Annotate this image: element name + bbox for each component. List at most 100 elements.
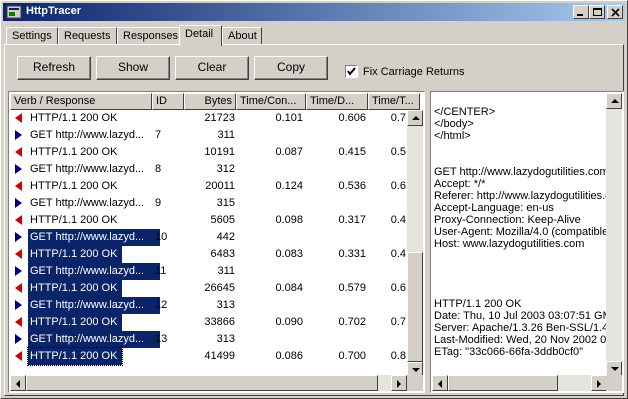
id-cell: 7 — [155, 129, 162, 141]
tab-responses[interactable]: Responses — [117, 27, 181, 45]
verb-cell: HTTP/1.1 200 OK — [30, 112, 118, 124]
tab-about[interactable]: About — [222, 27, 262, 45]
id-cell — [155, 280, 183, 297]
scroll-left-button[interactable] — [10, 375, 26, 391]
bytes-cell: 26645 — [204, 282, 235, 294]
detail-scroll-left-button[interactable] — [432, 375, 448, 391]
bytes-cell: 311 — [217, 265, 235, 277]
detail-scroll-thumb[interactable] — [448, 375, 558, 391]
detail-line — [434, 142, 609, 154]
refresh-button[interactable]: Refresh — [17, 56, 91, 80]
id-cell: 10 — [155, 231, 168, 243]
table-row[interactable]: HTTP/1.1 200 OK 5605 0.098 0.317 0.4 — [10, 212, 408, 229]
id-cell — [155, 110, 183, 127]
minimize-button[interactable] — [573, 5, 589, 19]
time-total-cell — [369, 331, 406, 348]
column-time-data[interactable]: Time/D... — [306, 93, 368, 110]
table-row[interactable]: HTTP/1.1 200 OK 26645 0.084 0.579 0.6 — [10, 280, 408, 297]
verb-cell: GET http://www.lazyd... — [30, 197, 145, 209]
table-row[interactable]: GET http://www.lazyd... 12 313 — [10, 297, 408, 314]
detail-text-pane[interactable]: </CENTER> </body> </html> GET http://www.la… — [430, 91, 624, 393]
time-total-cell: 0.7 — [390, 112, 406, 124]
column-time-total[interactable]: Time/T... — [368, 93, 420, 110]
verb-cell: GET http://www.lazyd... — [28, 263, 160, 280]
id-cell: 8 — [155, 163, 162, 175]
time-data-cell: 0.700 — [338, 350, 366, 362]
table-row[interactable]: GET http://www.lazyd... 10 442 — [10, 229, 408, 246]
time-connect-cell: 0.086 — [275, 350, 303, 362]
fix-carriage-returns-label[interactable]: Fix Carriage Returns — [363, 66, 464, 78]
close-button[interactable] — [607, 5, 623, 19]
detail-vertical-scrollbar[interactable] — [606, 93, 622, 377]
bytes-cell: 10191 — [204, 146, 235, 158]
detail-line: User-Agent: Mozilla/4.0 (compatible; — [434, 226, 609, 238]
tab-requests[interactable]: Requests — [58, 27, 117, 45]
table-row[interactable]: HTTP/1.1 200 OK 21723 0.101 0.606 0.7 — [10, 110, 408, 127]
time-data-cell — [307, 297, 366, 314]
id-cell — [155, 348, 183, 365]
time-total-cell: 0.6 — [390, 282, 406, 294]
detail-line — [434, 274, 609, 286]
verb-cell: HTTP/1.1 200 OK — [30, 180, 118, 192]
tab-settings[interactable]: Settings — [6, 27, 58, 45]
list-vertical-scrollbar[interactable] — [407, 110, 423, 378]
table-row[interactable]: HTTP/1.1 200 OK 20011 0.124 0.536 0.6 — [10, 178, 408, 195]
list-horizontal-scrollbar[interactable] — [10, 375, 407, 391]
detail-horizontal-scrollbar[interactable] — [432, 375, 607, 391]
time-total-cell — [369, 127, 406, 144]
bytes-cell: 311 — [217, 129, 235, 141]
id-cell — [155, 212, 183, 229]
request-arrow-icon — [15, 300, 22, 310]
fix-carriage-returns-checkbox[interactable] — [345, 65, 358, 78]
time-connect-cell — [237, 331, 303, 348]
detail-text[interactable]: </CENTER> </body> </html> GET http://www.la… — [434, 106, 609, 374]
table-row[interactable]: HTTP/1.1 200 OK 6483 0.083 0.331 0.4 — [10, 246, 408, 263]
table-row[interactable]: HTTP/1.1 200 OK 41499 0.086 0.700 0.8 — [10, 347, 408, 366]
table-row[interactable]: GET http://www.lazyd... 8 312 — [10, 161, 408, 178]
detail-line: Referer: http://www.lazydogutilities.c — [434, 190, 609, 202]
table-row[interactable]: GET http://www.lazyd... 11 311 — [10, 263, 408, 280]
title-bar[interactable]: HttpTracer — [3, 3, 625, 21]
verb-cell: GET http://www.lazyd... — [30, 163, 145, 175]
maximize-button[interactable] — [589, 5, 605, 19]
detail-line: Accept: */* — [434, 178, 486, 190]
detail-scroll-right-button[interactable] — [591, 375, 607, 391]
detail-scroll-up-button[interactable] — [606, 93, 622, 109]
time-total-cell: 0.4 — [390, 248, 406, 260]
id-cell: 12 — [155, 299, 168, 311]
column-bytes[interactable]: Bytes — [184, 93, 236, 110]
bytes-cell: 312 — [216, 163, 235, 175]
request-arrow-icon — [15, 266, 22, 276]
table-row[interactable]: HTTP/1.1 200 OK 10191 0.087 0.415 0.5 — [10, 144, 408, 161]
arrow-right-icon — [597, 380, 601, 388]
scroll-right-button[interactable] — [391, 375, 407, 391]
table-row[interactable]: GET http://www.lazyd... 9 315 — [10, 195, 408, 212]
tab-detail[interactable]: Detail — [179, 25, 222, 46]
traffic-list[interactable]: Verb / Response ID Bytes Time/Con... Tim… — [8, 91, 425, 393]
verb-cell: HTTP/1.1 200 OK — [28, 280, 122, 297]
table-row[interactable]: HTTP/1.1 200 OK 33866 0.090 0.702 0.7 — [10, 314, 408, 331]
table-row[interactable]: GET http://www.lazyd... 13 313 — [10, 331, 408, 348]
column-verb-response[interactable]: Verb / Response — [10, 93, 152, 110]
table-row[interactable]: GET http://www.lazyd... 7 311 — [10, 127, 408, 144]
column-time-connect[interactable]: Time/Con... — [236, 93, 306, 110]
maximize-icon — [593, 8, 602, 16]
clear-button[interactable]: Clear — [175, 56, 249, 80]
scroll-thumb[interactable] — [407, 252, 423, 362]
scroll-up-button[interactable] — [407, 110, 423, 126]
scroll-thumb-horizontal[interactable] — [26, 375, 378, 391]
verb-cell: GET http://www.lazyd... — [28, 229, 160, 246]
show-button[interactable]: Show — [96, 56, 170, 80]
id-cell: 11 — [155, 265, 167, 277]
time-connect-cell: 0.083 — [275, 248, 303, 260]
scrollbar-corner — [407, 375, 423, 391]
column-id[interactable]: ID — [152, 93, 184, 110]
list-header: Verb / Response ID Bytes Time/Con... Tim… — [10, 93, 420, 110]
request-arrow-icon — [15, 130, 22, 140]
response-arrow-icon — [15, 283, 22, 293]
detail-line: Host: www.lazydogutilities.com — [434, 238, 585, 250]
time-total-cell: 0.6 — [390, 180, 406, 192]
copy-button[interactable]: Copy — [254, 56, 328, 80]
detail-line: Proxy-Connection: Keep-Alive — [434, 214, 581, 226]
id-cell: 13 — [155, 333, 168, 345]
